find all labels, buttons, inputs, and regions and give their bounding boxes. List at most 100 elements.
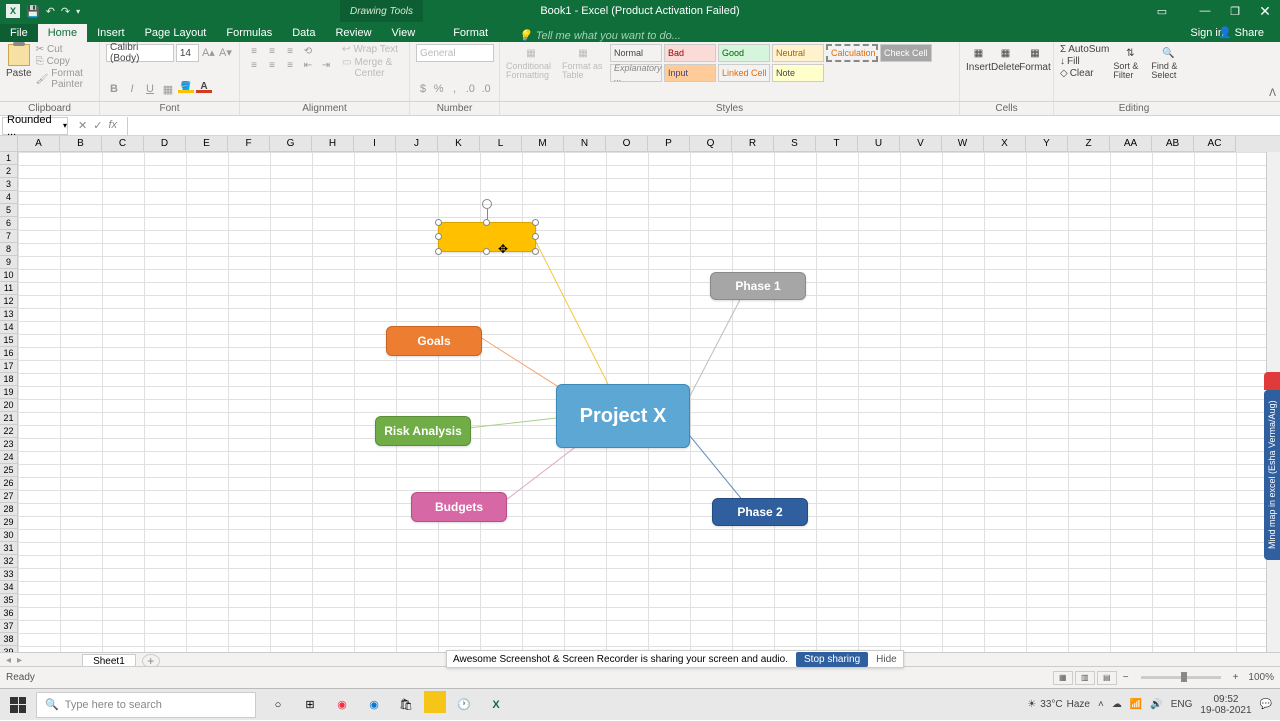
tab-file[interactable]: File <box>0 24 38 42</box>
excel-taskbar-icon[interactable]: X <box>482 691 510 719</box>
bold-button[interactable]: B <box>106 81 122 97</box>
style-linked-cell[interactable]: Linked Cell <box>718 64 770 82</box>
side-tab[interactable]: Mind map in excel (Esha Verma/Aug) <box>1264 390 1280 560</box>
format-cells-button[interactable]: ▦Format <box>1020 44 1050 73</box>
tab-formulas[interactable]: Formulas <box>216 24 282 42</box>
onedrive-icon[interactable]: ☁ <box>1112 699 1122 710</box>
restore-button[interactable]: ❐ <box>1220 0 1250 22</box>
decrease-indent-button[interactable]: ⇤ <box>300 58 316 72</box>
clock-icon[interactable]: 🕐 <box>450 691 478 719</box>
align-middle-button[interactable]: ≡ <box>264 44 280 58</box>
ribbon-display-options-icon[interactable]: ▭ <box>1154 5 1170 18</box>
tab-review[interactable]: Review <box>325 24 381 42</box>
column-headers[interactable]: ABCDEFGHIJKLMNOPQRSTUVWXYZAAABAC <box>18 136 1280 152</box>
tab-page-layout[interactable]: Page Layout <box>135 24 217 42</box>
shape-budgets[interactable]: Budgets <box>411 492 507 522</box>
align-center-button[interactable]: ≡ <box>264 58 280 72</box>
chrome-icon[interactable]: ◉ <box>328 691 356 719</box>
orientation-button[interactable]: ⟲ <box>300 44 316 58</box>
notes-icon[interactable] <box>424 691 446 713</box>
style-explanatory[interactable]: Explanatory ... <box>610 64 662 82</box>
cancel-formula-icon[interactable]: ✕ <box>78 119 87 132</box>
increase-indent-button[interactable]: ⇥ <box>318 58 334 72</box>
tab-home[interactable]: Home <box>38 24 87 42</box>
style-bad[interactable]: Bad <box>664 44 716 62</box>
tell-me-input[interactable]: 💡Tell me what you want to do... <box>518 29 681 42</box>
paste-button[interactable]: Paste <box>6 44 32 90</box>
underline-button[interactable]: U <box>142 81 158 97</box>
collapse-ribbon-button[interactable]: ᐱ <box>1269 88 1276 99</box>
font-name-combo[interactable]: Calibri (Body) <box>106 44 174 62</box>
align-right-button[interactable]: ≡ <box>282 58 298 72</box>
volume-icon[interactable]: 🔊 <box>1150 699 1162 710</box>
tab-data[interactable]: Data <box>282 24 325 42</box>
notifications-icon[interactable]: 💬 <box>1260 699 1272 710</box>
rotate-handle[interactable] <box>482 199 492 209</box>
taskbar-search[interactable]: 🔍Type here to search <box>36 692 256 718</box>
style-check-cell[interactable]: Check Cell <box>880 44 932 62</box>
shape-phase-2[interactable]: Phase 2 <box>712 498 808 526</box>
zoom-slider[interactable] <box>1141 676 1221 679</box>
shape-project-x[interactable]: Project X <box>556 384 690 448</box>
style-normal[interactable]: Normal <box>610 44 662 62</box>
tab-view[interactable]: View <box>382 24 426 42</box>
fill-button[interactable]: ↓Fill <box>1060 56 1109 67</box>
shape-selected-yellow[interactable] <box>438 222 536 252</box>
align-left-button[interactable]: ≡ <box>246 58 262 72</box>
share-button[interactable]: 👤Share <box>1208 23 1274 42</box>
zoom-in-button[interactable]: + <box>1229 672 1243 683</box>
cut-button[interactable]: ✂Cut <box>36 44 93 55</box>
italic-button[interactable]: I <box>124 81 140 97</box>
autosum-button[interactable]: ΣAutoSum <box>1060 44 1109 55</box>
language-indicator[interactable]: ENG <box>1171 699 1193 710</box>
redo-icon[interactable]: ↷ <box>61 5 70 18</box>
side-tab-record-icon[interactable] <box>1264 372 1280 390</box>
tab-format[interactable]: Format <box>443 24 498 42</box>
row-headers[interactable]: 1234567891011121314151617181920212223242… <box>0 152 18 659</box>
fill-color-button[interactable]: 🪣 <box>178 81 194 97</box>
conditional-formatting-button[interactable]: ▦Conditional Formatting <box>506 44 556 82</box>
format-painter-button[interactable]: 🖌Format Painter <box>36 68 93 90</box>
view-normal-button[interactable]: ▦ <box>1053 671 1073 685</box>
cells-area[interactable]: Project X Phase 1 Phase 2 Goals Risk Ana… <box>18 152 1266 652</box>
shape-phase-1[interactable]: Phase 1 <box>710 272 806 300</box>
font-color-button[interactable]: A <box>196 81 212 97</box>
increase-font-button[interactable]: A▴ <box>201 44 216 60</box>
format-as-table-button[interactable]: ▦Format as Table <box>562 44 604 82</box>
select-all-button[interactable] <box>0 136 18 152</box>
wrap-text-button[interactable]: ↩Wrap Text <box>342 44 403 55</box>
style-good[interactable]: Good <box>718 44 770 62</box>
decrease-decimal-button[interactable]: .0 <box>479 81 493 97</box>
minimize-button[interactable]: — <box>1190 0 1220 22</box>
edge-icon[interactable]: ◉ <box>360 691 388 719</box>
sort-filter-button[interactable]: ⇅Sort & Filter <box>1113 44 1147 80</box>
comma-button[interactable]: , <box>448 81 462 97</box>
shape-risk-analysis[interactable]: Risk Analysis <box>375 416 471 446</box>
style-note[interactable]: Note <box>772 64 824 82</box>
weather-widget[interactable]: ☀ 33°C Haze <box>1027 699 1090 710</box>
number-format-combo[interactable]: General <box>416 44 494 62</box>
decrease-font-button[interactable]: A▾ <box>218 44 233 60</box>
wifi-icon[interactable]: 📶 <box>1130 699 1142 710</box>
view-page-layout-button[interactable]: ▥ <box>1075 671 1095 685</box>
percent-button[interactable]: % <box>432 81 446 97</box>
delete-cells-button[interactable]: ▦Delete <box>991 44 1020 73</box>
accounting-button[interactable]: $ <box>416 81 430 97</box>
close-button[interactable]: ✕ <box>1250 0 1280 22</box>
cortana-icon[interactable]: ○ <box>264 691 292 719</box>
undo-icon[interactable]: ↶ <box>46 5 55 18</box>
formula-input[interactable] <box>127 117 1280 135</box>
align-top-button[interactable]: ≡ <box>246 44 262 58</box>
view-page-break-button[interactable]: ▤ <box>1097 671 1117 685</box>
border-button[interactable]: ▦ <box>160 81 176 97</box>
style-input[interactable]: Input <box>664 64 716 82</box>
name-box[interactable]: Rounded ...▾ <box>2 117 68 135</box>
fx-icon[interactable]: fx <box>108 119 117 132</box>
hide-banner-button[interactable]: Hide <box>876 654 897 665</box>
task-view-icon[interactable]: ⊞ <box>296 691 324 719</box>
selection-handles[interactable] <box>439 223 535 251</box>
align-bottom-button[interactable]: ≡ <box>282 44 298 58</box>
tab-insert[interactable]: Insert <box>87 24 135 42</box>
style-neutral[interactable]: Neutral <box>772 44 824 62</box>
find-select-button[interactable]: 🔍Find & Select <box>1151 44 1185 80</box>
